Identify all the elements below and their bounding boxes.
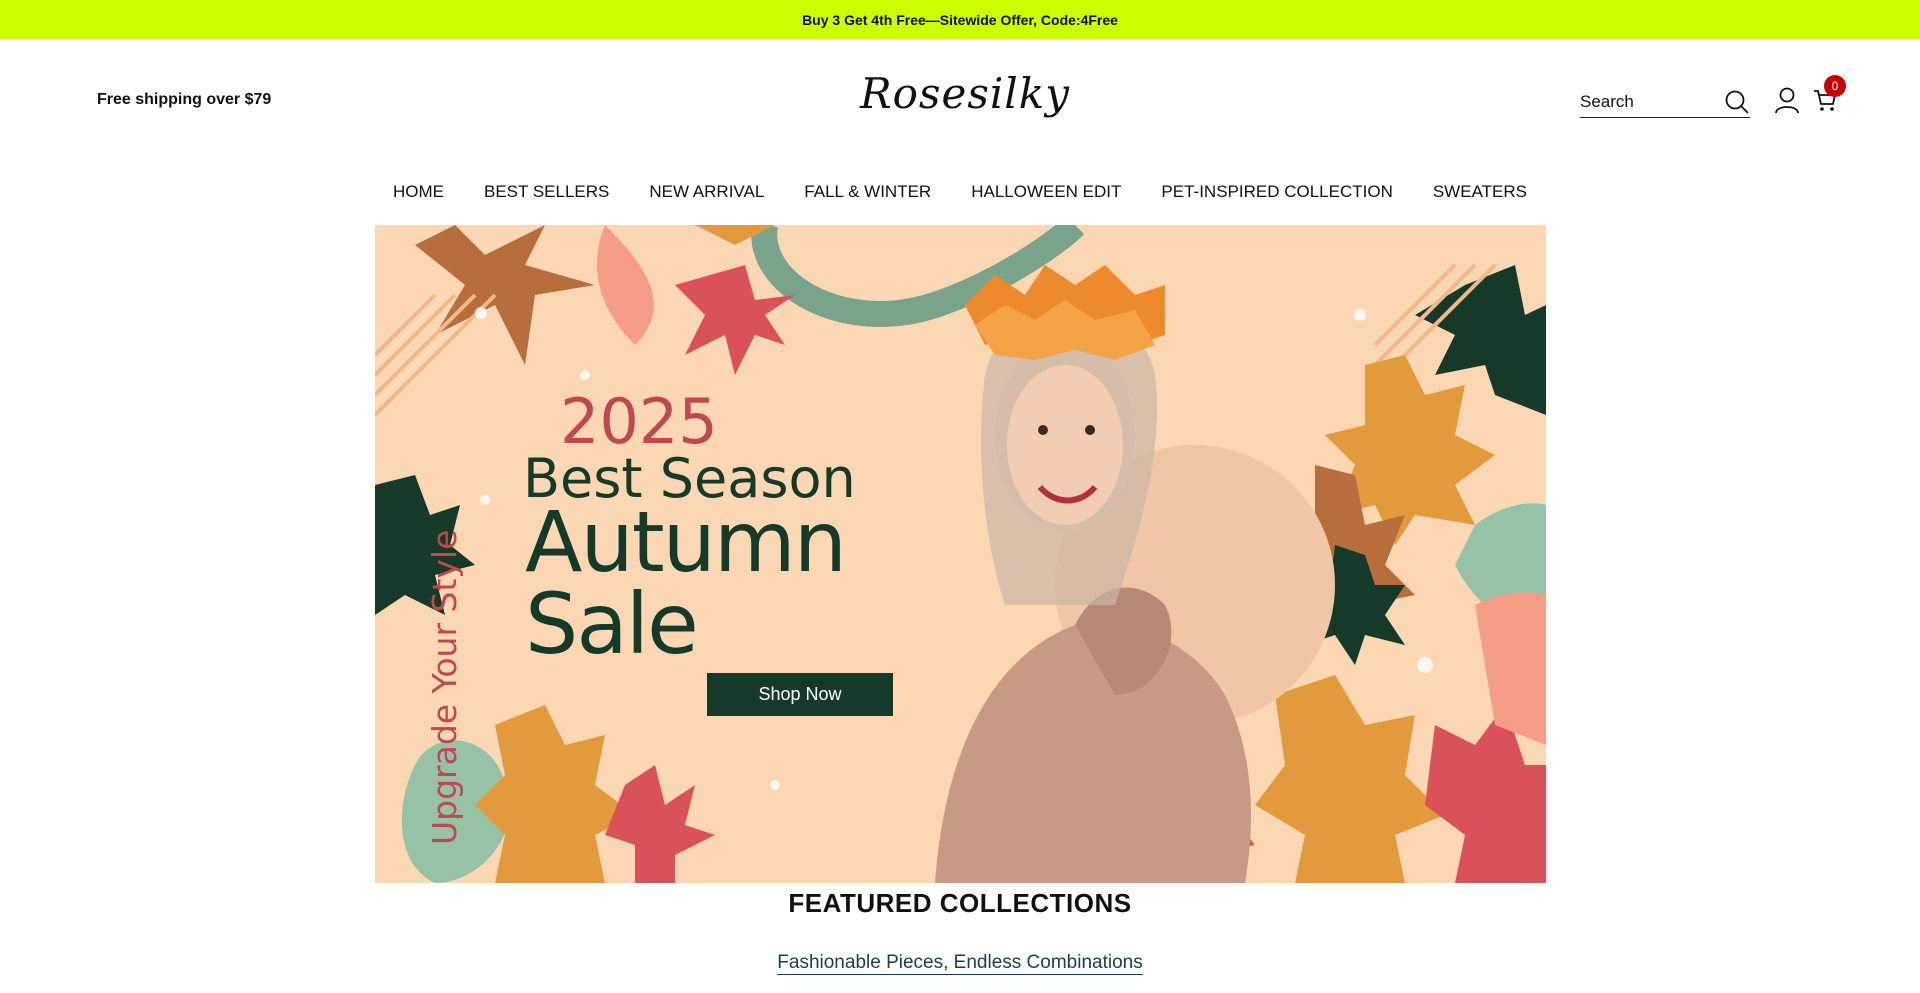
shop-now-button[interactable]: Shop Now bbox=[707, 673, 893, 716]
main-nav: HOME BEST SELLERS NEW ARRIVAL FALL & WIN… bbox=[0, 180, 1920, 204]
nav-item-pet-inspired[interactable]: PET-INSPIRED COLLECTION bbox=[1141, 180, 1412, 204]
account-icon[interactable] bbox=[1772, 85, 1802, 115]
hero-headline-3: Sale bbox=[525, 575, 699, 673]
free-shipping-text: Free shipping over $79 bbox=[97, 91, 272, 108]
cart-count-badge: 0 bbox=[1824, 75, 1846, 97]
site-header: Free shipping over $79 Rosesilky 0 bbox=[0, 39, 1920, 169]
hero-banner[interactable]: 2025 Best Season Autumn Sale Shop Now Up… bbox=[375, 225, 1546, 883]
nav-item-halloween-edit[interactable]: HALLOWEEN EDIT bbox=[951, 180, 1141, 204]
featured-subtitle-wrapper: Fashionable Pieces, Endless Combinations bbox=[0, 952, 1920, 975]
search-icon[interactable] bbox=[1724, 89, 1750, 115]
featured-collections-title: FEATURED COLLECTIONS bbox=[788, 888, 1132, 918]
site-logo[interactable]: Rosesilky bbox=[860, 69, 1069, 118]
announcement-bar: Buy 3 Get 4th Free—Sitewide Offer, Code:… bbox=[0, 0, 1920, 39]
nav-item-home[interactable]: HOME bbox=[373, 180, 464, 204]
nav-item-new-arrival[interactable]: NEW ARRIVAL bbox=[629, 180, 784, 204]
nav-item-sweaters[interactable]: SWEATERS bbox=[1413, 180, 1547, 204]
featured-subtitle-link[interactable]: Fashionable Pieces, Endless Combinations bbox=[777, 952, 1143, 975]
nav-item-fall-winter[interactable]: FALL & WINTER bbox=[784, 180, 951, 204]
hero-vertical-text: Upgrade Your Style bbox=[425, 529, 464, 845]
nav-item-best-sellers[interactable]: BEST SELLERS bbox=[464, 180, 629, 204]
search-input[interactable] bbox=[1580, 92, 1710, 112]
announcement-text: Buy 3 Get 4th Free—Sitewide Offer, Code:… bbox=[802, 11, 1118, 28]
search-box[interactable] bbox=[1580, 87, 1750, 118]
